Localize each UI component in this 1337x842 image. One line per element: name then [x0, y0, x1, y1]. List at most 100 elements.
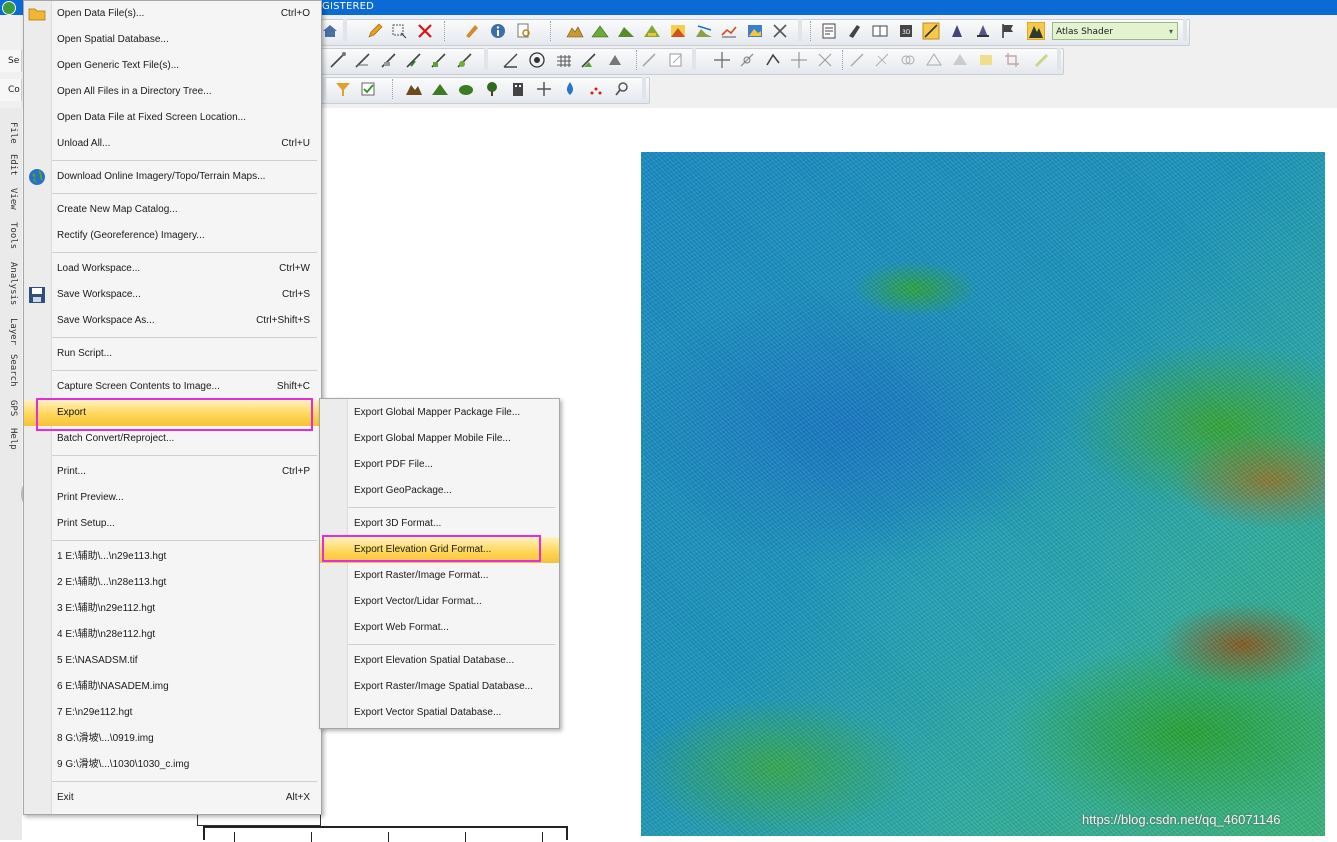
line-of-sight-icon[interactable] — [695, 22, 713, 40]
draw-line-icon[interactable] — [329, 51, 347, 69]
file-menu-item[interactable]: Run Script... — [24, 341, 321, 367]
file-menu-item[interactable]: Save Workspace... Ctrl+S — [24, 282, 321, 308]
toolbar-grip[interactable] — [642, 77, 646, 99]
path-profile-icon[interactable] — [720, 22, 738, 40]
file-menu-item[interactable]: 4 E:\辅助\n28e112.hgt — [24, 622, 321, 648]
export-submenu-item[interactable]: Export Vector/Lidar Format... — [320, 589, 559, 615]
file-menu-item[interactable]: Unload All... Ctrl+U — [24, 131, 321, 157]
file-menu-item[interactable]: Exit Alt+X — [24, 785, 321, 811]
mountain-icon[interactable] — [405, 80, 423, 98]
flag-icon[interactable] — [999, 22, 1017, 40]
crop-icon[interactable] — [1003, 51, 1021, 69]
polygon-edit-icon[interactable] — [606, 51, 624, 69]
pan-icon[interactable] — [790, 51, 808, 69]
toolbar-grip[interactable] — [1183, 19, 1187, 41]
toolbar-stub-se[interactable]: Se — [0, 50, 22, 72]
file-menu-item[interactable]: 3 E:\辅助\n29e112.hgt — [24, 596, 321, 622]
file-menu-item[interactable]: 9 G:\滑坡\...\1030\1030_c.img — [24, 752, 321, 778]
draw-polygon-icon[interactable] — [580, 51, 598, 69]
dock-tab-layer[interactable]: Layer — [2, 318, 18, 345]
join-line-icon[interactable] — [456, 51, 474, 69]
reshape-icon[interactable] — [405, 51, 423, 69]
export-submenu-item[interactable]: Export Raster/Image Format... — [320, 563, 559, 589]
elevation-raster[interactable] — [641, 152, 1325, 836]
checklist-icon[interactable] — [359, 80, 377, 98]
dock-tab-analysis[interactable]: Analysis — [2, 262, 18, 305]
export-submenu-item[interactable]: Export Global Mapper Mobile File... — [320, 426, 559, 452]
terrain-icon[interactable] — [566, 22, 584, 40]
split-line-icon[interactable] — [430, 51, 448, 69]
file-menu-item[interactable]: Download Online Imagery/Topo/Terrain Map… — [24, 164, 321, 190]
snap-icon[interactable] — [816, 51, 834, 69]
file-menu-item[interactable]: 2 E:\辅助\...\n28e113.hgt — [24, 570, 321, 596]
pencil-icon[interactable] — [366, 22, 384, 40]
export-submenu-item[interactable]: Export PDF File... — [320, 452, 559, 478]
target-icon[interactable] — [528, 51, 546, 69]
file-menu-item[interactable]: Print Setup... — [24, 511, 321, 537]
shader-icon[interactable] — [922, 22, 940, 40]
dock-tab-gps[interactable]: GPS — [2, 400, 18, 416]
hill-icon[interactable] — [431, 80, 449, 98]
file-menu-item[interactable]: Create New Map Catalog... — [24, 197, 321, 223]
file-menu-item[interactable]: Capture Screen Contents to Image... Shift… — [24, 374, 321, 400]
lidar-filter-icon[interactable] — [974, 22, 992, 40]
view-shed-icon[interactable] — [669, 22, 687, 40]
home-icon[interactable] — [321, 22, 339, 40]
scale-icon[interactable] — [764, 51, 782, 69]
merge-icon[interactable] — [899, 51, 917, 69]
file-menu-item[interactable]: Open Data File at Fixed Screen Location.… — [24, 105, 321, 131]
measure-angle-icon[interactable] — [502, 51, 520, 69]
forest-icon[interactable] — [457, 80, 475, 98]
road-icon[interactable] — [535, 80, 553, 98]
building-icon[interactable] — [509, 80, 527, 98]
points-icon[interactable] — [587, 80, 605, 98]
watershed-icon[interactable] — [617, 22, 635, 40]
toolbar-grip[interactable] — [343, 19, 347, 41]
file-menu-item[interactable]: Open Spatial Database... — [24, 27, 321, 53]
toolbar-grip[interactable] — [1057, 48, 1061, 70]
toolbar-grip[interactable] — [322, 77, 326, 99]
line-tool-icon[interactable] — [848, 51, 866, 69]
digitizer-icon[interactable] — [845, 22, 863, 40]
file-menu-item[interactable]: 8 G:\滑坡\...\0919.img — [24, 726, 321, 752]
crop-cross-icon[interactable] — [771, 22, 789, 40]
toolbar-grip[interactable] — [692, 48, 696, 70]
export-submenu-item[interactable]: Export Global Mapper Package File... — [320, 400, 559, 426]
3d-box-icon[interactable]: 3D — [897, 22, 915, 40]
lidar-classify-icon[interactable] — [948, 22, 966, 40]
note-icon[interactable] — [667, 51, 685, 69]
file-menu-item[interactable]: Open All Files in a Directory Tree... — [24, 79, 321, 105]
dock-tab-view[interactable]: View — [2, 188, 18, 210]
tree-icon[interactable] — [483, 80, 501, 98]
label-icon[interactable] — [977, 51, 995, 69]
dissolve-icon[interactable] — [951, 51, 969, 69]
filter-icon[interactable] — [334, 80, 352, 98]
delete-icon[interactable] — [416, 22, 434, 40]
find-icon[interactable] — [515, 22, 533, 40]
grid-icon[interactable] — [555, 51, 573, 69]
export-submenu-item[interactable]: Export Raster/Image Spatial Database... — [320, 674, 559, 700]
file-menu-item[interactable]: Print Preview... — [24, 485, 321, 511]
buffer-icon[interactable] — [873, 51, 891, 69]
shader-combo[interactable]: Atlas Shader ▾ — [1052, 22, 1178, 40]
layout-icon[interactable] — [820, 22, 838, 40]
export-submenu-item[interactable]: Export Vector Spatial Database... — [320, 700, 559, 726]
export-submenu-item[interactable]: Export GeoPackage... — [320, 478, 559, 504]
toolbar-grip[interactable] — [484, 48, 488, 70]
select-box-icon[interactable] — [390, 22, 408, 40]
dock-tab-tools[interactable]: Tools — [2, 222, 18, 249]
intersect-icon[interactable] — [925, 51, 943, 69]
file-menu-item[interactable]: Open Generic Text File(s)... — [24, 53, 321, 79]
edit-feature-icon[interactable] — [463, 22, 481, 40]
move-icon[interactable] — [713, 51, 731, 69]
vertex-edit-icon[interactable] — [380, 51, 398, 69]
info-icon[interactable] — [489, 22, 507, 40]
file-menu-item[interactable]: Rectify (Georeference) Imagery... — [24, 223, 321, 249]
file-menu-item[interactable]: Save Workspace As... Ctrl+Shift+S — [24, 308, 321, 334]
feature-tool-icon[interactable] — [640, 51, 658, 69]
dock-tab-help[interactable]: Help — [2, 428, 18, 450]
file-menu-item[interactable]: Load Workspace... Ctrl+W — [24, 256, 321, 282]
contour-icon[interactable] — [591, 22, 609, 40]
export-submenu-item[interactable]: Export Web Format... — [320, 615, 559, 641]
search-location-icon[interactable] — [613, 80, 631, 98]
